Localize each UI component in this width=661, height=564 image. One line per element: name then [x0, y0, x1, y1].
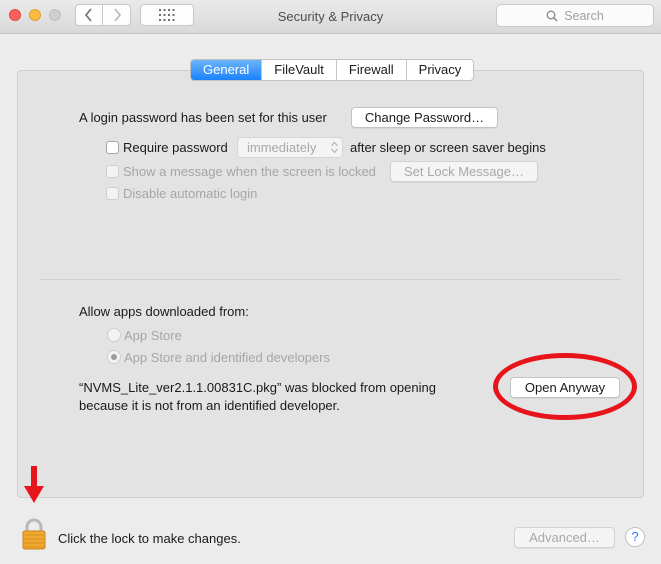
allow-apps-label: Allow apps downloaded from: [79, 304, 249, 319]
require-password-delay-select[interactable]: immediately [237, 137, 343, 158]
show-message-label: Show a message when the screen is locked [123, 164, 376, 179]
require-password-checkbox[interactable] [106, 141, 119, 154]
tab-firewall[interactable]: Firewall [335, 60, 406, 80]
identified-developers-label: App Store and identified developers [124, 350, 330, 365]
help-button[interactable]: ? [625, 527, 645, 547]
blocked-message-line1: “NVMS_Lite_ver2.1.1.00831C.pkg” was bloc… [79, 380, 436, 395]
section-divider [40, 279, 621, 280]
advanced-button[interactable]: Advanced… [514, 527, 615, 548]
tab-bar: General FileVault Firewall Privacy [190, 59, 475, 81]
change-password-button[interactable]: Change Password… [351, 107, 498, 128]
annotation-down-arrow-icon [24, 466, 44, 503]
require-password-suffix: after sleep or screen saver begins [350, 140, 546, 155]
tab-general[interactable]: General [191, 60, 262, 80]
require-password-label: Require password [123, 140, 228, 155]
disable-autologin-label: Disable automatic login [123, 186, 258, 201]
app-store-label: App Store [124, 328, 182, 343]
blocked-message-line2: because it is not from an identified dev… [79, 398, 340, 413]
content-panel [17, 70, 644, 498]
app-store-radio[interactable] [107, 328, 121, 342]
search-input[interactable]: Search [496, 4, 654, 27]
lock-icon[interactable] [21, 518, 47, 550]
search-placeholder: Search [564, 8, 604, 23]
tab-privacy[interactable]: Privacy [405, 60, 474, 80]
tab-filevault[interactable]: FileVault [261, 60, 336, 80]
show-message-checkbox[interactable] [106, 165, 119, 178]
annotation-red-circle [493, 353, 637, 420]
title-bar: Security & Privacy Search [0, 0, 661, 34]
lock-message: Click the lock to make changes. [58, 531, 241, 546]
search-icon [546, 10, 558, 22]
login-password-text: A login password has been set for this u… [79, 110, 327, 125]
updown-arrows-icon [331, 141, 338, 154]
set-lock-message-button[interactable]: Set Lock Message… [390, 161, 538, 182]
disable-autologin-checkbox[interactable] [106, 187, 119, 200]
identified-developers-radio[interactable] [107, 350, 121, 364]
require-password-delay-value: immediately [247, 140, 317, 155]
